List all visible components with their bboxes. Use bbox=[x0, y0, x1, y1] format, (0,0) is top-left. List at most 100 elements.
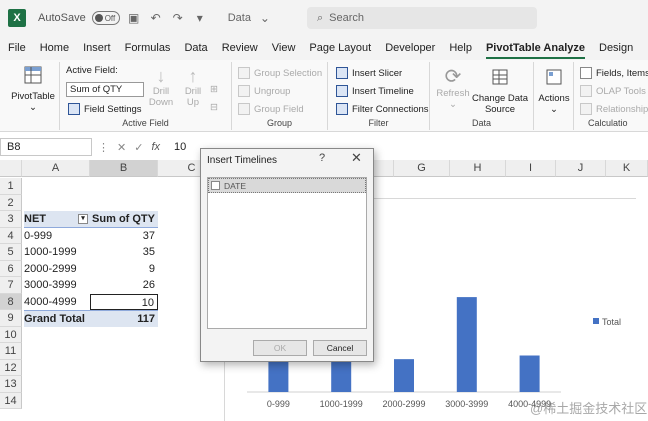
filter-dropdown-icon[interactable]: ▾ bbox=[78, 214, 88, 224]
name-box[interactable]: B8 bbox=[0, 138, 92, 156]
row-header-4[interactable]: 4 bbox=[0, 227, 22, 244]
column-header-i[interactable]: I bbox=[506, 160, 556, 177]
toggle-state: Off bbox=[104, 13, 116, 23]
help-icon[interactable]: ? bbox=[319, 152, 325, 164]
group-field-button[interactable]: Group Field bbox=[238, 103, 304, 115]
relationships-button[interactable]: Relationships bbox=[580, 103, 648, 115]
row-header-13[interactable]: 13 bbox=[0, 376, 22, 393]
row-header-12[interactable]: 12 bbox=[0, 359, 22, 376]
row-header-8[interactable]: 8 bbox=[0, 293, 22, 310]
data-source-icon bbox=[492, 69, 508, 85]
drill-up-button[interactable]: ↑ Drill Up bbox=[178, 66, 208, 108]
change-data-label-2: Source bbox=[484, 104, 516, 115]
drill-down-button[interactable]: ↓ Drill Down bbox=[146, 66, 176, 108]
refresh-button[interactable]: ⟳ Refresh ⌄ bbox=[434, 66, 472, 110]
pivot-header-net: NET bbox=[24, 213, 46, 225]
row-header-6[interactable]: 6 bbox=[0, 260, 22, 277]
name-box-dropdown-icon[interactable]: ⋮ bbox=[98, 141, 109, 154]
timeline-field-item[interactable]: DATE bbox=[208, 178, 366, 193]
tab-data[interactable]: Data bbox=[184, 42, 207, 54]
pivot-row-value[interactable]: 37 bbox=[90, 228, 158, 245]
group-field-icon bbox=[238, 103, 250, 115]
row-header-3[interactable]: 3 bbox=[0, 211, 22, 228]
ok-button[interactable]: OK bbox=[253, 340, 307, 356]
pivot-header-qty[interactable]: Sum of QTY bbox=[90, 211, 158, 228]
row-header-1[interactable]: 1 bbox=[0, 178, 22, 195]
document-title[interactable]: Data bbox=[228, 12, 251, 24]
grand-total-value[interactable]: 117 bbox=[90, 310, 158, 327]
tab-page-layout[interactable]: Page Layout bbox=[309, 42, 371, 54]
fx-icon[interactable]: fx bbox=[151, 141, 160, 153]
column-header-j[interactable]: J bbox=[556, 160, 606, 177]
tab-home[interactable]: Home bbox=[40, 42, 69, 54]
tab-help[interactable]: Help bbox=[449, 42, 472, 54]
row-header-9[interactable]: 9 bbox=[0, 310, 22, 327]
row-header-7[interactable]: 7 bbox=[0, 277, 22, 294]
pivot-row-label[interactable]: 2000-2999 bbox=[24, 261, 90, 278]
customize-qat-icon[interactable]: ▾ bbox=[192, 11, 208, 25]
close-icon[interactable]: ✕ bbox=[351, 150, 362, 166]
tab-file[interactable]: File bbox=[8, 42, 26, 54]
x-tick-label: 1000-1999 bbox=[320, 399, 363, 409]
excel-logo-icon: X bbox=[8, 9, 26, 27]
tab-view[interactable]: View bbox=[272, 42, 296, 54]
chart-bar-2000-2999[interactable] bbox=[394, 359, 414, 392]
legend-key bbox=[593, 318, 599, 324]
tab-pivottable-analyze[interactable]: PivotTable Analyze bbox=[485, 42, 586, 59]
row-header-14[interactable]: 14 bbox=[0, 392, 22, 409]
pivot-row-label[interactable]: 0-999 bbox=[24, 228, 90, 245]
select-all-corner[interactable] bbox=[0, 160, 22, 177]
drill-down-label-1: Drill bbox=[152, 86, 170, 97]
olap-tools-button[interactable]: OLAP Tools bbox=[580, 85, 646, 97]
filter-connections-button[interactable]: Filter Connections bbox=[336, 103, 429, 115]
group-selection-button[interactable]: Group Selection bbox=[238, 67, 322, 79]
row-header-10[interactable]: 10 bbox=[0, 326, 22, 343]
pivot-row-value[interactable]: 26 bbox=[90, 277, 158, 294]
redo-icon[interactable]: ↷ bbox=[170, 11, 186, 25]
pivot-row-value[interactable]: 35 bbox=[90, 244, 158, 261]
expand-field-icon[interactable]: ⊞ bbox=[210, 84, 218, 95]
pivot-row-header[interactable]: NET ▾ bbox=[24, 211, 90, 228]
formula-input[interactable]: 10 bbox=[174, 141, 186, 153]
tab-design[interactable]: Design bbox=[599, 42, 633, 54]
cancel-button[interactable]: Cancel bbox=[313, 340, 367, 356]
pivot-row-label[interactable]: 4000-4999 bbox=[24, 294, 90, 311]
column-header-g[interactable]: G bbox=[394, 160, 450, 177]
pivot-row-label[interactable]: 3000-3999 bbox=[24, 277, 90, 294]
chart-bar-4000-4999[interactable] bbox=[519, 355, 540, 393]
row-header-2[interactable]: 2 bbox=[0, 194, 22, 211]
tab-review[interactable]: Review bbox=[222, 42, 258, 54]
column-header-h[interactable]: H bbox=[450, 160, 506, 177]
ungroup-button[interactable]: Ungroup bbox=[238, 85, 290, 97]
checkbox[interactable] bbox=[211, 181, 220, 190]
pivottable-button[interactable]: PivotTable ⌄ bbox=[10, 64, 56, 113]
cancel-icon[interactable]: ✕ bbox=[117, 141, 126, 154]
active-field-input[interactable]: Sum of QTY bbox=[66, 82, 144, 97]
insert-slicer-button[interactable]: Insert Slicer bbox=[336, 67, 402, 79]
pivot-row-value[interactable]: 9 bbox=[90, 261, 158, 278]
field-settings-button[interactable]: Field Settings bbox=[68, 103, 142, 115]
row-header-5[interactable]: 5 bbox=[0, 244, 22, 261]
row-header-11[interactable]: 11 bbox=[0, 343, 22, 360]
save-icon[interactable]: ▣ bbox=[126, 11, 142, 25]
actions-button[interactable]: Actions ⌄ bbox=[536, 66, 572, 115]
grand-total-label[interactable]: Grand Total bbox=[24, 310, 90, 327]
selected-cell-b8[interactable]: 10 bbox=[90, 293, 158, 310]
search-box[interactable]: ⌕ Search bbox=[306, 7, 537, 29]
fields-items-button[interactable]: Fields, Items, bbox=[580, 67, 648, 79]
change-data-source-button[interactable]: Change Data Source bbox=[472, 66, 528, 115]
column-header-a[interactable]: A bbox=[22, 160, 90, 177]
chevron-down-icon[interactable]: ⌄ bbox=[257, 11, 273, 25]
undo-icon[interactable]: ↶ bbox=[148, 11, 164, 25]
pivot-row-label[interactable]: 1000-1999 bbox=[24, 244, 90, 261]
column-header-b[interactable]: B bbox=[90, 160, 158, 177]
tab-developer[interactable]: Developer bbox=[385, 42, 435, 54]
tab-insert[interactable]: Insert bbox=[83, 42, 111, 54]
column-header-k[interactable]: K bbox=[606, 160, 648, 177]
enter-icon[interactable]: ✓ bbox=[134, 141, 143, 154]
insert-timeline-button[interactable]: Insert Timeline bbox=[336, 85, 414, 97]
autosave-toggle[interactable]: Off bbox=[91, 11, 120, 25]
chart-bar-3000-3999[interactable] bbox=[456, 297, 477, 392]
collapse-field-icon[interactable]: ⊟ bbox=[210, 102, 218, 113]
tab-formulas[interactable]: Formulas bbox=[125, 42, 171, 54]
